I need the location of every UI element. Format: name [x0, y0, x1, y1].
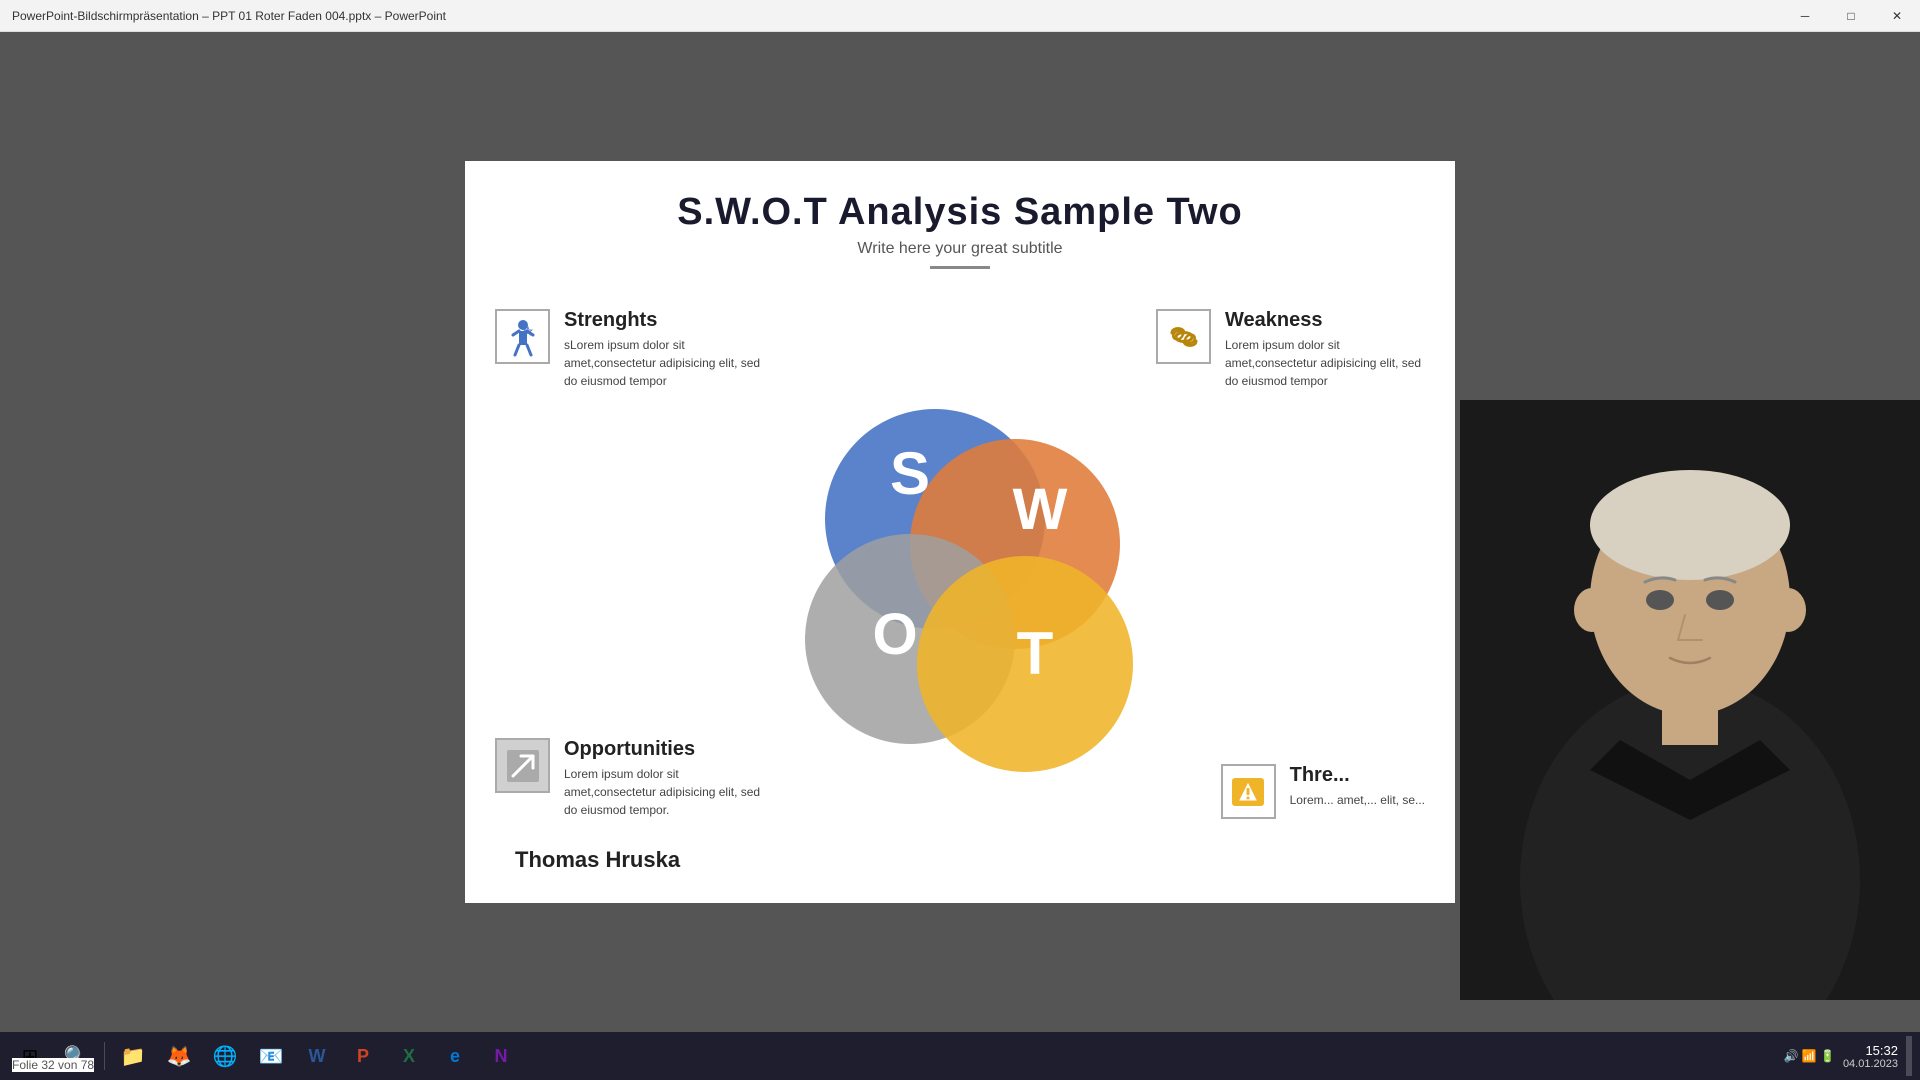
show-desktop[interactable]: [1906, 1036, 1912, 1076]
weakness-icon-box: [1156, 309, 1211, 364]
weakness-text: Weakness Lorem ipsum dolor sit amet,cons…: [1225, 309, 1425, 390]
window-controls: ─ □ ✕: [1782, 0, 1920, 32]
onenote-button[interactable]: N: [479, 1036, 523, 1076]
strengths-icon-box: [495, 309, 550, 364]
strengths-text: Strenghts sLorem ipsum dolor sit amet,co…: [564, 309, 764, 390]
weakness-block: Weakness Lorem ipsum dolor sit amet,cons…: [1156, 309, 1425, 390]
opportunities-icon-box: [495, 738, 550, 793]
opportunities-text: Opportunities Lorem ipsum dolor sit amet…: [564, 738, 764, 819]
taskbar: ⊞ 🔍 📁 🦊 🌐 📧 W P X e N 🔊 📶 🔋 15:32 04.01.…: [0, 1032, 1920, 1080]
threats-icon: [1228, 772, 1268, 812]
maximize-button[interactable]: □: [1828, 0, 1874, 32]
strengths-icon: [503, 317, 543, 357]
title-bar: PowerPoint-Bildschirmpräsentation – PPT …: [0, 0, 1920, 32]
label-s: S: [890, 440, 930, 507]
threats-title: Thre...: [1290, 764, 1425, 787]
opportunities-body: Lorem ipsum dolor sit amet,consectetur a…: [564, 765, 764, 819]
webcam-overlay: [1460, 400, 1920, 1000]
opportunities-title: Opportunities: [564, 738, 764, 761]
word-button[interactable]: W: [295, 1036, 339, 1076]
presenter-name: Thomas Hruska: [515, 847, 680, 872]
threats-body: Lorem... amet,... elit, se...: [1290, 791, 1425, 809]
chrome-button[interactable]: 🌐: [203, 1036, 247, 1076]
person-silhouette: [1460, 400, 1920, 1000]
threats-text: Thre... Lorem... amet,... elit, se...: [1290, 764, 1425, 809]
venn-diagram: S W O T: [780, 384, 1140, 754]
venn-svg: S W O T: [780, 384, 1160, 784]
label-t: T: [1017, 620, 1054, 687]
slide-title-section: S.W.O.T Analysis Sample Two Write here y…: [465, 191, 1455, 269]
slide-footer: Thomas Hruska: [515, 847, 680, 873]
time: 15:32: [1843, 1043, 1898, 1058]
taskbar-right: 🔊 📶 🔋 15:32 04.01.2023: [1783, 1036, 1912, 1076]
opportunities-icon: [503, 746, 543, 786]
mail-button[interactable]: 📧: [249, 1036, 293, 1076]
close-button[interactable]: ✕: [1874, 0, 1920, 32]
strengths-title: Strenghts: [564, 309, 764, 332]
clock: 15:32 04.01.2023: [1843, 1043, 1898, 1070]
file-explorer-button[interactable]: 📁: [111, 1036, 155, 1076]
edge-button[interactable]: e: [433, 1036, 477, 1076]
excel-button[interactable]: X: [387, 1036, 431, 1076]
minimize-button[interactable]: ─: [1782, 0, 1828, 32]
weakness-body: Lorem ipsum dolor sit amet,consectetur a…: [1225, 336, 1425, 390]
label-w: W: [1013, 477, 1068, 542]
date: 04.01.2023: [1843, 1058, 1898, 1070]
threats-block: Thre... Lorem... amet,... elit, se...: [1221, 764, 1425, 819]
webcam-feed: [1460, 400, 1920, 1000]
title-underline: [930, 266, 990, 269]
system-tray: 🔊 📶 🔋: [1783, 1049, 1835, 1063]
content-area: Strenghts sLorem ipsum dolor sit amet,co…: [465, 279, 1455, 859]
window-title: PowerPoint-Bildschirmpräsentation – PPT …: [12, 9, 446, 23]
label-o: O: [872, 602, 917, 667]
taskbar-separator: [104, 1042, 105, 1070]
strengths-block: Strenghts sLorem ipsum dolor sit amet,co…: [495, 309, 764, 390]
slide-main-title: S.W.O.T Analysis Sample Two: [465, 191, 1455, 234]
weakness-title: Weakness: [1225, 309, 1425, 332]
slide-subtitle: Write here your great subtitle: [465, 240, 1455, 258]
firefox-button[interactable]: 🦊: [157, 1036, 201, 1076]
opportunities-block: Opportunities Lorem ipsum dolor sit amet…: [495, 738, 764, 819]
strengths-body: sLorem ipsum dolor sit amet,consectetur …: [564, 336, 764, 390]
slide-canvas: S.W.O.T Analysis Sample Two Write here y…: [465, 161, 1455, 903]
weakness-icon: [1164, 317, 1204, 357]
slide-counter: Folie 32 von 78: [12, 1058, 94, 1072]
threats-icon-box: [1221, 764, 1276, 819]
powerpoint-button[interactable]: P: [341, 1036, 385, 1076]
